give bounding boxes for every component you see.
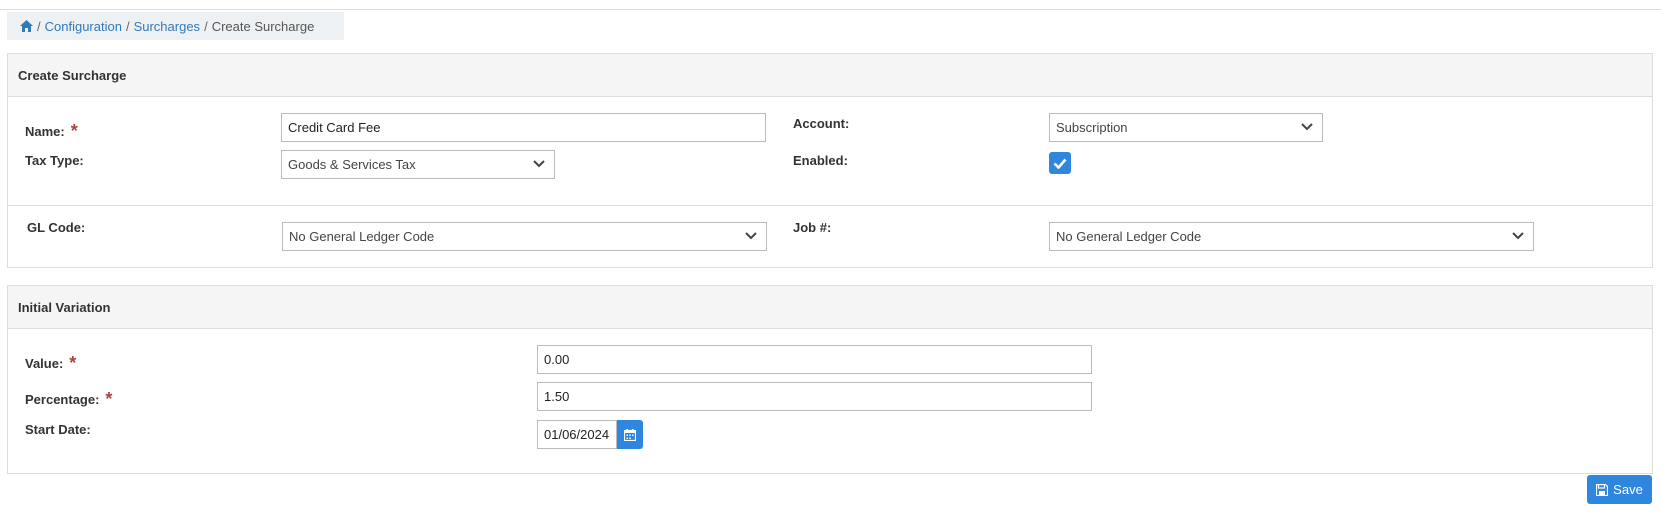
- check-icon: [1053, 158, 1067, 169]
- enabled-checkbox[interactable]: [1049, 152, 1071, 174]
- start-date-input[interactable]: 01/06/2024: [537, 420, 617, 449]
- value-label: Value: *: [25, 352, 76, 373]
- floppy-disk-icon: [1596, 483, 1609, 496]
- calendar-button[interactable]: [617, 420, 643, 449]
- gl-code-select[interactable]: No General Ledger Code: [282, 222, 767, 251]
- breadcrumb-separator: /: [204, 18, 208, 34]
- section-divider: [8, 205, 1652, 206]
- chevron-down-icon: [1512, 232, 1524, 240]
- required-marker: *: [105, 389, 113, 409]
- required-marker: *: [70, 121, 78, 141]
- calendar-icon: [624, 428, 636, 441]
- tax-type-select[interactable]: Goods & Services Tax: [281, 150, 555, 179]
- initial-variation-panel: Initial Variation Value: * 0.00 Percentag…: [7, 285, 1653, 474]
- gl-code-value: No General Ledger Code: [289, 229, 435, 244]
- job-select[interactable]: No General Ledger Code: [1049, 222, 1534, 251]
- chevron-down-icon: [745, 232, 757, 240]
- required-marker: *: [69, 353, 77, 373]
- breadcrumb: / Configuration / Surcharges / Create Su…: [7, 12, 344, 40]
- save-button[interactable]: Save: [1587, 475, 1652, 504]
- job-label: Job #:: [793, 220, 832, 235]
- account-select[interactable]: Subscription: [1049, 113, 1323, 142]
- percentage-label-text: Percentage:: [25, 392, 100, 407]
- account-label: Account:: [793, 116, 850, 131]
- top-divider: [0, 9, 1661, 10]
- value-label-text: Value:: [25, 356, 64, 371]
- value-input[interactable]: 0.00: [537, 345, 1092, 374]
- name-label-text: Name:: [25, 124, 65, 139]
- chevron-down-icon: [1301, 123, 1313, 131]
- breadcrumb-configuration-link[interactable]: Configuration: [45, 19, 122, 34]
- breadcrumb-surcharges-link[interactable]: Surcharges: [134, 19, 200, 34]
- percentage-label: Percentage: *: [25, 388, 112, 409]
- start-date-label: Start Date:: [25, 422, 91, 437]
- name-label: Name: *: [25, 120, 78, 141]
- panel-title: Create Surcharge: [8, 54, 1652, 97]
- tax-type-value: Goods & Services Tax: [288, 157, 416, 172]
- create-surcharge-panel: Create Surcharge Name: * Credit Card Fee …: [7, 53, 1653, 268]
- enabled-label: Enabled:: [793, 153, 848, 168]
- panel-title: Initial Variation: [8, 286, 1652, 329]
- gl-code-label: GL Code:: [27, 220, 86, 235]
- breadcrumb-current: Create Surcharge: [211, 18, 315, 34]
- home-icon[interactable]: [20, 20, 33, 32]
- job-value: No General Ledger Code: [1056, 229, 1202, 244]
- save-label: Save: [1613, 482, 1643, 497]
- account-value: Subscription: [1056, 120, 1128, 135]
- name-input[interactable]: Credit Card Fee: [281, 113, 766, 142]
- tax-type-label: Tax Type:: [25, 153, 84, 168]
- chevron-down-icon: [533, 160, 545, 168]
- breadcrumb-separator: /: [125, 18, 130, 34]
- percentage-input[interactable]: 1.50: [537, 382, 1092, 411]
- breadcrumb-separator: /: [37, 18, 41, 34]
